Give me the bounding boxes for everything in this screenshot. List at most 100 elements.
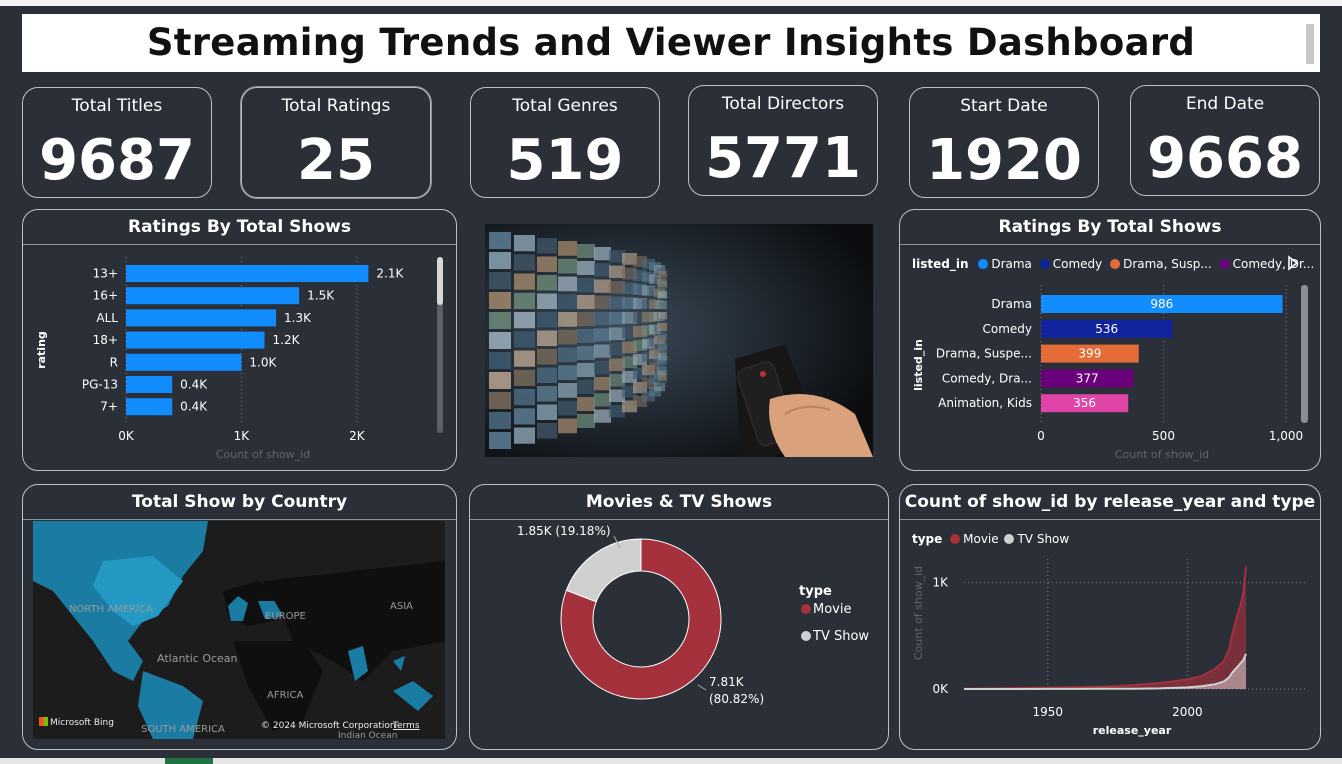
- release-year-area-chart[interactable]: 1950 2000 0K 1K Count of show_id release_year: [900, 553, 1320, 749]
- legend-item[interactable]: TV Show: [1004, 532, 1069, 546]
- dashboard-title: Streaming Trends and Viewer Insights Das…: [146, 21, 1196, 64]
- panel-title: Total Show by Country: [23, 485, 456, 520]
- legend-label: Comedy, Dr...: [1232, 257, 1315, 271]
- movies-tv-donut-chart[interactable]: 1.85K (19.18%) 7.81K (80.82%) type Movie TV S…: [470, 520, 888, 750]
- x-axis-title: release_year: [1093, 724, 1172, 737]
- ratings-bar-chart-panel[interactable]: Ratings By Total Shows 0K 1K 2K 13+ 2.1K 16+ 1…: [22, 209, 457, 471]
- kpi-total-ratings[interactable]: Total Ratings 25: [240, 86, 432, 199]
- x-axis-title: Count of show_id: [216, 448, 310, 461]
- data-label: 1.5K: [307, 289, 335, 303]
- kpi-value: 519: [506, 128, 624, 193]
- tv-wall-remote-illustration: [485, 224, 873, 457]
- legend-label: TV Show: [1017, 532, 1070, 546]
- x-tick-label: 0: [1037, 429, 1045, 443]
- data-label: 7.81K: [709, 675, 745, 689]
- genre-bar-chart[interactable]: 0 500 1,000 Drama 986 Comedy 536 Drama, Suspe..…: [900, 280, 1320, 470]
- legend-dot: [1219, 259, 1230, 269]
- data-label: 356: [1073, 396, 1096, 410]
- legend-item[interactable]: Drama: [978, 257, 1032, 271]
- data-label: 1.3K: [284, 311, 312, 325]
- x-axis-title: Count of show_id: [1115, 448, 1209, 461]
- release-year-area-panel[interactable]: Count of show_id by release_year and typ…: [899, 484, 1321, 750]
- y-tick-label: ALL: [96, 311, 118, 325]
- map-label: AFRICA: [267, 690, 304, 701]
- bar: [126, 287, 300, 305]
- legend-label: Drama: [991, 257, 1032, 271]
- data-label: 1.0K: [249, 355, 277, 369]
- kpi-value: 5771: [705, 126, 861, 191]
- y-tick-label: 7+: [100, 400, 118, 414]
- active-sheet-tab[interactable]: [165, 758, 213, 764]
- legend-title: type: [799, 584, 832, 599]
- y-tick-label: Drama, Suspe...: [936, 347, 1032, 361]
- movies-tv-donut-panel[interactable]: Movies & TV Shows 1.85K (19.18%) 7.81K (80…: [469, 484, 889, 750]
- kpi-label: Start Date: [960, 96, 1048, 116]
- legend-dot: [950, 534, 961, 544]
- data-label: 377: [1076, 371, 1099, 385]
- x-tick-label: 0K: [118, 429, 135, 443]
- title-scrollbar[interactable]: [1306, 24, 1314, 64]
- legend-dot: [978, 259, 989, 269]
- y-axis-title: listed_in: [912, 339, 925, 391]
- y-tick-label: PG-13: [82, 378, 118, 392]
- kpi-value: 25: [297, 128, 375, 193]
- map-label: EUROPE: [265, 611, 306, 622]
- legend-item[interactable]: Drama, Susp...: [1110, 257, 1212, 271]
- panel-title: Ratings By Total Shows: [900, 210, 1320, 245]
- map-copyright: © 2024 Microsoft Corporation: [261, 721, 396, 731]
- map-label: NORTH AMERICA: [69, 604, 153, 615]
- x-tick-label: 2000: [1172, 705, 1203, 719]
- legend-dot: [1004, 534, 1015, 544]
- bar: [126, 265, 369, 282]
- kpi-total-titles[interactable]: Total Titles 9687: [22, 87, 212, 198]
- world-map-shapes: [33, 521, 445, 739]
- x-tick-label: 1950: [1032, 705, 1063, 719]
- y-tick-label: R: [110, 355, 118, 369]
- legend-item[interactable]: Comedy, Dr...: [1219, 257, 1315, 271]
- bar: [126, 309, 277, 327]
- legend-dot: [1039, 259, 1050, 269]
- genre-legend: listed_in Drama Comedy Drama, Susp... Co…: [912, 257, 1314, 271]
- bar: [126, 353, 242, 371]
- x-tick-label: 1,000: [1269, 429, 1303, 443]
- x-tick-label: 500: [1152, 429, 1175, 443]
- y-tick-label: 13+: [93, 267, 118, 281]
- data-label: 536: [1095, 322, 1118, 336]
- panel-title: Movies & TV Shows: [470, 485, 888, 520]
- y-tick-label: 16+: [93, 289, 118, 303]
- y-tick-label: 0K: [932, 682, 949, 696]
- streaming-hero-image: [485, 224, 873, 457]
- kpi-total-directors[interactable]: Total Directors 5771: [688, 85, 878, 196]
- map-label: ASIA: [390, 601, 413, 612]
- kpi-start-date[interactable]: Start Date 1920: [909, 87, 1099, 198]
- y-axis-title: rating: [35, 331, 48, 369]
- world-map[interactable]: NORTH AMERICA EUROPE ASIA Atlantic Ocean…: [33, 521, 445, 739]
- map-terms-link[interactable]: Terms: [393, 721, 420, 731]
- bar: [126, 376, 173, 393]
- data-label: 1.85K (19.18%): [517, 524, 611, 538]
- data-label: 2.1K: [376, 267, 404, 281]
- data-label: (80.82%): [709, 692, 764, 706]
- kpi-total-genres[interactable]: Total Genres 519: [470, 87, 660, 198]
- legend-label: Comedy: [1052, 257, 1103, 271]
- y-tick-label: Comedy, Dra...: [942, 371, 1032, 385]
- genre-bar-chart-panel[interactable]: Ratings By Total Shows listed_in Drama C…: [899, 209, 1321, 471]
- map-label: SOUTH AMERICA: [141, 724, 225, 735]
- y-tick-label: Comedy: [982, 322, 1032, 336]
- data-label: 399: [1078, 347, 1101, 361]
- kpi-value: 9687: [39, 128, 195, 193]
- legend-label: Drama, Susp...: [1123, 257, 1212, 271]
- kpi-end-date[interactable]: End Date 9668: [1130, 85, 1320, 196]
- legend-next-icon[interactable]: [1286, 255, 1300, 271]
- legend-item[interactable]: Movie: [950, 532, 999, 546]
- title-banner: Streaming Trends and Viewer Insights Das…: [22, 14, 1320, 72]
- legend-item[interactable]: Comedy: [1039, 257, 1103, 271]
- y-tick-label: Drama: [991, 297, 1032, 311]
- panel-title: Count of show_id by release_year and typ…: [900, 485, 1320, 520]
- kpi-label: Total Directors: [721, 94, 845, 114]
- top-ribbon-strip: [0, 0, 1342, 6]
- ratings-bar-chart[interactable]: 0K 1K 2K 13+ 2.1K 16+ 1.5K ALL 1.3K 18+ 1.2K R 1.0K P…: [23, 245, 456, 471]
- legend-dot: [801, 604, 811, 614]
- panel-title: Ratings By Total Shows: [23, 210, 456, 245]
- legend-label: Movie: [813, 602, 851, 617]
